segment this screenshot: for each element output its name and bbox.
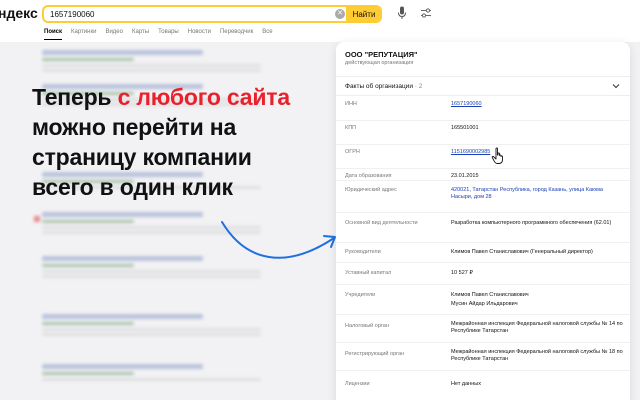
fact-value: 23.01.2015 [451,173,479,179]
fact-label: Регистрирующий орган [345,351,405,357]
tab-all[interactable]: Все [262,28,272,40]
curved-arrow-icon [221,221,336,259]
fact-row-registrar: Регистрирующий орган Межрайонная инспекц… [336,343,630,371]
fact-label: Юридический адрес [345,187,397,193]
facts-count: · 2 [414,83,423,90]
chevron-down-icon[interactable] [612,82,620,90]
result-favicon [34,216,40,222]
fact-value: Межрайонная инспекция Федеральной налого… [451,349,623,362]
fact-label: Лицензии [345,381,370,387]
search-box: ✕ Найти [42,5,382,23]
clear-icon[interactable]: ✕ [335,9,345,19]
yandex-logo[interactable]: ндекс [0,5,38,21]
fact-row-licenses: Лицензии Нет данных [336,371,630,391]
company-status: действующая организация [345,60,414,66]
tab-video[interactable]: Видео [105,28,123,40]
tab-search[interactable]: Поиск [44,28,63,40]
fact-row-capital: Уставный капитал 10 527 ₽ [336,263,630,285]
promo-headline: Теперь с любого сайта можно перейти на с… [32,82,290,202]
fact-label: Дата образования [345,173,392,179]
search-result [42,364,272,383]
search-input[interactable] [44,7,332,21]
fact-label: Руководители [345,249,381,255]
tab-news[interactable]: Новости [188,28,211,40]
filter-settings-icon[interactable] [420,7,432,19]
facts-title: Факты об организации [345,83,413,90]
facts-label: Факты об организации · 2 [345,83,422,90]
facts-header[interactable]: Факты об организации · 2 [336,76,630,96]
fact-row-ogrn: ОГРН 1151690002985 [336,145,630,169]
fact-label: ИНН [345,101,357,107]
microphone-icon[interactable] [397,6,407,20]
fact-row-address: Юридический адрес 420021, Татарстан Респ… [336,181,630,213]
headline-line-2: можно перейти на [32,114,237,140]
company-card: ООО "РЕПУТАЦИЯ" действующая организация … [336,42,630,400]
fact-row-inn: ИНН 1657190060 [336,97,630,121]
fact-label: ОГРН [345,149,360,155]
search-button[interactable]: Найти [346,7,380,21]
fact-label: КПП [345,125,357,131]
headline-accent: с любого сайта [117,84,291,110]
search-result [42,50,272,74]
fact-value: Разработка компьютерного программного об… [451,220,612,226]
address-value[interactable]: 420021, Татарстан Республика, город Каза… [451,187,623,201]
fact-value: Климов Павел Станиславович (Генеральный … [451,249,593,255]
ogrn-link[interactable]: 1151690002985 [451,149,623,156]
tab-images[interactable]: Картинки [71,28,96,40]
fact-label: Уставный капитал [345,270,392,276]
headline-line-4: всего в один клик [32,174,233,200]
tab-products[interactable]: Товары [158,28,179,40]
founder-1: Климов Павел Станиславович [451,292,529,298]
fact-row-kpp: КПП 165501001 [336,121,630,145]
fact-value: Климов Павел Станиславович Мусин Айдар И… [451,292,623,308]
headline-line-1: Теперь [32,84,118,110]
search-tabs: Поиск Картинки Видео Карты Товары Новост… [44,28,273,40]
fact-label: Основной вид деятельности [345,220,418,226]
fact-value: 10 527 ₽ [451,270,473,276]
inn-link[interactable]: 1657190060 [451,101,623,108]
search-result [42,314,272,338]
fact-row-tax: Налоговый орган Межрайонная инспекция Фе… [336,315,630,343]
fact-value: Межрайонная инспекция Федеральной налого… [451,321,623,334]
fact-row-activity: Основной вид деятельности Разработка ком… [336,213,630,243]
fact-label: Учредители [345,292,376,298]
fact-value: 165501001 [451,125,479,131]
fact-label: Налоговый орган [345,323,389,329]
company-name: ООО "РЕПУТАЦИЯ" [345,50,418,59]
founder-2: Мусин Айдар Ильдарович [451,301,518,307]
hand-pointer-icon [491,147,503,164]
headline-line-3: страницу компании [32,144,252,170]
search-header: ндекс ✕ Найти Поиск Картинки Видео Карты… [0,0,640,42]
fact-row-date: Дата образования 23.01.2015 [336,169,630,181]
fact-value: Нет данных [451,381,481,387]
fact-row-founders: Учредители Климов Павел Станиславович Му… [336,285,630,315]
tab-maps[interactable]: Карты [132,28,149,40]
fact-row-directors: Руководители Климов Павел Станиславович … [336,243,630,263]
tab-translator[interactable]: Переводчик [220,28,253,40]
